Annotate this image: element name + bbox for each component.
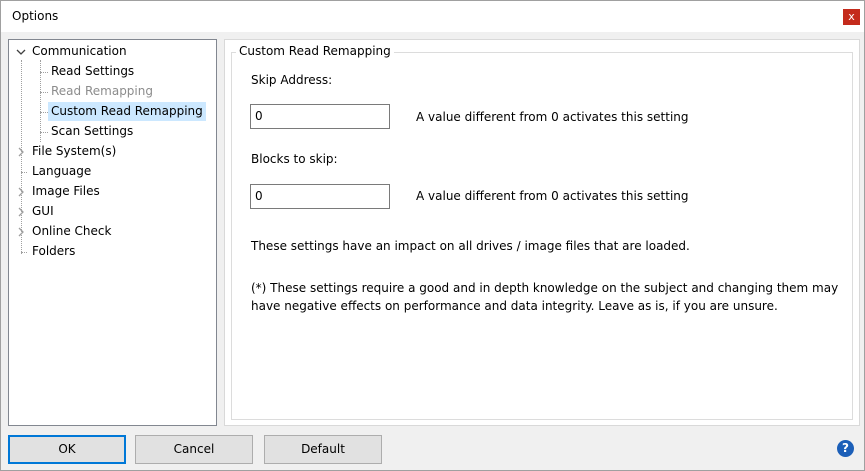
window-title: Options <box>12 9 59 23</box>
chevron-right-icon[interactable] <box>16 207 26 217</box>
close-button[interactable]: x <box>843 9 860 25</box>
skip-address-label: Skip Address: <box>251 73 333 87</box>
ok-button[interactable]: OK <box>8 435 126 464</box>
chevron-right-icon[interactable] <box>16 227 26 237</box>
chevron-right-icon[interactable] <box>16 187 26 197</box>
title-bar: Options x <box>1 1 864 32</box>
chevron-down-icon[interactable] <box>16 47 26 57</box>
options-window: Options x Communication Read Settings Re… <box>0 0 865 471</box>
skip-address-input[interactable]: 0 <box>250 104 390 129</box>
chevron-right-icon[interactable] <box>16 147 26 157</box>
tree-item-gui[interactable]: GUI <box>29 202 57 221</box>
tree-item-file-systems[interactable]: File System(s) <box>29 142 119 161</box>
tree-item-online-check[interactable]: Online Check <box>29 222 114 241</box>
options-tree: Communication Read Settings Read Remappi… <box>8 39 217 426</box>
tree-item-read-remapping[interactable]: Read Remapping <box>48 82 156 101</box>
tree-item-read-settings[interactable]: Read Settings <box>48 62 137 81</box>
tree-item-image-files[interactable]: Image Files <box>29 182 103 201</box>
cancel-button[interactable]: Cancel <box>135 435 253 464</box>
tree-item-scan-settings[interactable]: Scan Settings <box>48 122 136 141</box>
tree-item-language[interactable]: Language <box>29 162 94 181</box>
blocks-to-skip-label: Blocks to skip: <box>251 152 338 166</box>
warning-line-2: have negative effects on performance and… <box>251 299 778 313</box>
impact-note: These settings have an impact on all dri… <box>251 239 690 253</box>
group-title: Custom Read Remapping <box>236 44 394 58</box>
warning-line-1: (*) These settings require a good and in… <box>251 281 839 295</box>
help-icon[interactable]: ? <box>837 440 854 457</box>
tree-item-folders[interactable]: Folders <box>29 242 78 261</box>
blocks-to-skip-input[interactable]: 0 <box>250 184 390 209</box>
skip-address-hint: A value different from 0 activates this … <box>416 110 689 124</box>
default-button[interactable]: Default <box>264 435 382 464</box>
tree-item-custom-read-remapping[interactable]: Custom Read Remapping <box>48 102 206 121</box>
tree-item-communication[interactable]: Communication <box>29 42 130 61</box>
blocks-to-skip-hint: A value different from 0 activates this … <box>416 189 689 203</box>
